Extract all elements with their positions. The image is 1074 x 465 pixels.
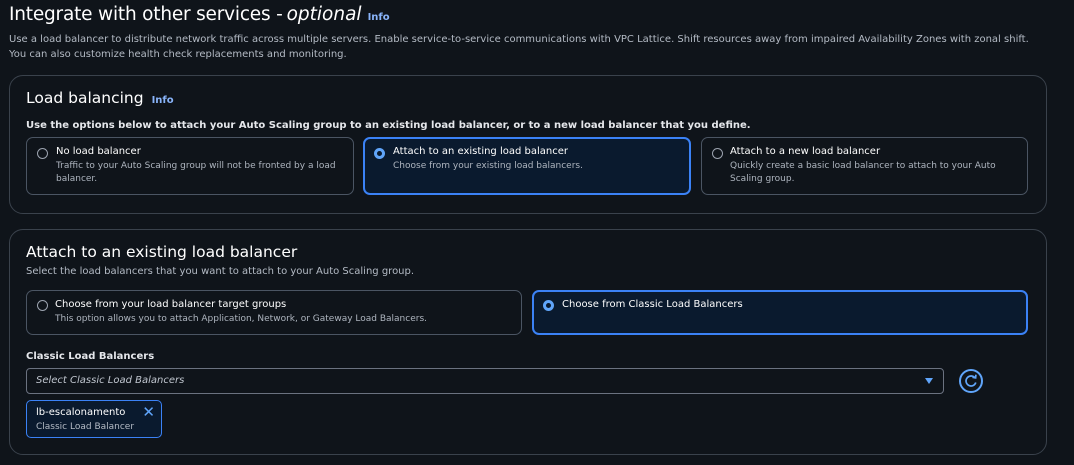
close-icon[interactable]: ✕ [142, 404, 155, 420]
caret-down-icon [925, 378, 933, 384]
option-description: Traffic to your Auto Scaling group will … [56, 161, 336, 184]
section-title: Integrate with other services - [9, 4, 283, 25]
refresh-button[interactable] [959, 369, 983, 393]
load-balancing-header: Load balancing Info [26, 89, 174, 107]
info-link[interactable]: Info [368, 12, 390, 23]
token-name: lb-escalonamento [36, 407, 126, 418]
attach-existing-panel [9, 229, 1047, 455]
classic-load-balancers-label: Classic Load Balancers [26, 351, 155, 362]
option-target-groups[interactable]: Choose from your load balancer target gr… [26, 290, 522, 335]
option-label: Choose from your load balancer target gr… [55, 299, 287, 310]
load-balancing-title: Load balancing [26, 89, 144, 107]
option-no-load-balancer[interactable]: No load balancer Traffic to your Auto Sc… [26, 137, 354, 195]
selected-load-balancer-token: lb-escalonamento Classic Load Balancer ✕ [26, 400, 162, 438]
refresh-icon [965, 374, 977, 387]
option-attach-existing-load-balancer[interactable]: Attach to an existing load balancer Choo… [363, 137, 691, 195]
section-description: Use a load balancer to distribute networ… [9, 34, 1029, 60]
option-label: Choose from Classic Load Balancers [562, 299, 743, 310]
option-description: Choose from your existing load balancers… [393, 161, 583, 171]
radio-no-load-balancer[interactable] [37, 148, 48, 159]
classic-load-balancers-select[interactable]: Select Classic Load Balancers [26, 368, 944, 394]
section-header: Integrate with other services - optional… [9, 4, 390, 25]
option-classic-load-balancers[interactable]: Choose from Classic Load Balancers [532, 290, 1028, 335]
select-placeholder: Select Classic Load Balancers [36, 375, 185, 386]
load-balancing-info-link[interactable]: Info [152, 95, 174, 106]
option-label: Attach to a new load balancer [730, 146, 881, 157]
radio-attach-new[interactable] [712, 148, 723, 159]
radio-attach-existing[interactable] [374, 148, 385, 159]
option-description: This option allows you to attach Applica… [55, 314, 427, 324]
token-type: Classic Load Balancer [36, 422, 135, 432]
optional-label: optional [286, 4, 362, 25]
option-attach-new-load-balancer[interactable]: Attach to a new load balancer Quickly cr… [701, 137, 1028, 195]
load-balancing-instructions: Use the options below to attach your Aut… [26, 120, 751, 131]
attach-existing-subtitle: Select the load balancers that you want … [26, 266, 415, 277]
option-description: Quickly create a basic load balancer to … [730, 161, 996, 184]
option-label: Attach to an existing load balancer [393, 146, 568, 157]
attach-existing-title: Attach to an existing load balancer [26, 243, 298, 261]
option-label: No load balancer [56, 146, 141, 157]
radio-classic-load-balancers[interactable] [543, 300, 554, 311]
radio-target-groups[interactable] [37, 300, 48, 311]
